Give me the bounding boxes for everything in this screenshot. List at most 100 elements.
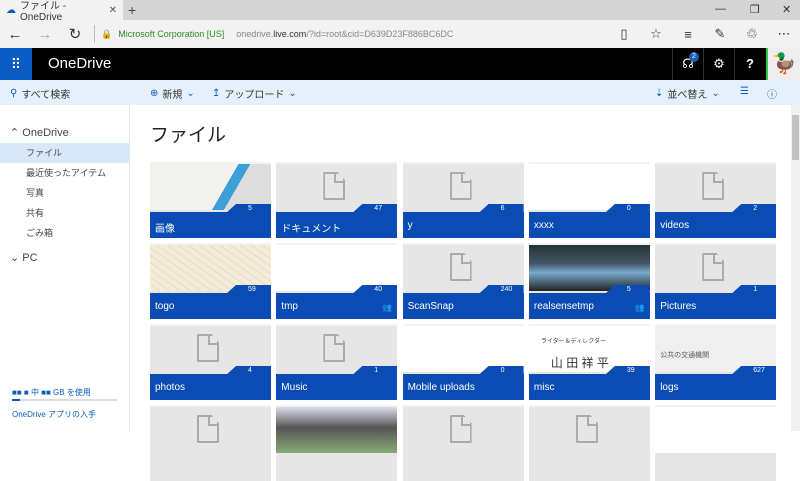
favorite-star-icon[interactable]: ☆: [640, 26, 672, 42]
chevron-down-icon: ⌄: [288, 88, 297, 99]
folder-name: togo: [155, 301, 175, 312]
folder-name: y: [407, 220, 413, 231]
storage-bar-fill: [12, 399, 20, 401]
folder-thumbnail: [276, 245, 398, 291]
notifications-button[interactable]: ☊ 2: [672, 48, 703, 80]
info-icon[interactable]: ⓘ: [767, 86, 777, 101]
url-field[interactable]: onedrive.live.com/?id=root&cid=D639D23F8…: [236, 29, 453, 39]
upload-button[interactable]: ↥ アップロード ⌄: [212, 86, 297, 101]
back-button[interactable]: ←: [0, 26, 30, 43]
share-icon[interactable]: ♲: [736, 26, 768, 42]
sidebar-pc[interactable]: ⌄ PC: [10, 251, 38, 264]
shared-people-icon: 👥: [634, 303, 645, 312]
app-launcher-icon[interactable]: ⠿: [0, 48, 32, 80]
new-label: 新規: [162, 90, 183, 101]
minimize-button[interactable]: —: [715, 3, 726, 15]
folder-tile[interactable]: [402, 405, 524, 481]
folder-tile[interactable]: 59 togo: [150, 243, 271, 319]
browser-tab[interactable]: ☁ ファイル - OneDrive ✕: [0, 0, 123, 23]
folder-name: ScanSnap: [407, 301, 454, 312]
scrollbar-thumb[interactable]: [792, 115, 799, 160]
folder-name-band: misc: [528, 374, 650, 400]
web-note-icon[interactable]: ✎: [704, 26, 736, 42]
folder-name-band: ドキュメント: [276, 212, 398, 238]
folder-tile[interactable]: [276, 405, 398, 481]
folder-tile[interactable]: 0 xxxx: [528, 162, 650, 238]
folder-tile[interactable]: 240 ScanSnap: [402, 243, 524, 319]
folder-tile[interactable]: 2 videos: [655, 162, 777, 238]
search-button[interactable]: ⚲ すべて検索: [10, 86, 70, 101]
file-icon: [197, 334, 219, 362]
url-pre: onedrive.: [236, 29, 274, 39]
folder-name: 画像: [155, 224, 175, 235]
restore-button[interactable]: ❐: [750, 3, 760, 16]
new-button[interactable]: ⊕ 新規 ⌄: [150, 86, 195, 101]
help-icon[interactable]: ?: [734, 48, 765, 80]
sidebar-item-files[interactable]: ファイル: [0, 143, 129, 163]
upload-label: アップロード: [224, 90, 285, 101]
folder-thumbnail: [276, 407, 398, 453]
folder-name: videos: [660, 220, 690, 231]
folder-tile[interactable]: 1 Music: [276, 324, 398, 400]
file-icon: [197, 415, 219, 443]
sort-button[interactable]: ⇣ 並べ替え ⌄: [655, 86, 720, 101]
more-icon[interactable]: ⋯: [768, 26, 800, 42]
list-view-icon[interactable]: ☰: [740, 86, 749, 97]
file-icon: [323, 172, 346, 200]
folder-tile[interactable]: [655, 405, 777, 481]
sidebar-item-shared[interactable]: 共有: [0, 203, 129, 223]
folder-tile[interactable]: 1 Pictures: [655, 243, 777, 319]
folder-name-band: togo: [150, 293, 271, 319]
folder-name-band: photos: [150, 374, 271, 400]
folder-tile[interactable]: 5 画像: [150, 162, 271, 238]
folder-tile[interactable]: [150, 405, 271, 481]
file-icon: [575, 415, 598, 443]
folder-thumbnail: [402, 326, 524, 372]
avatar[interactable]: 🦆: [766, 48, 800, 80]
folder-name: Pictures: [660, 301, 697, 312]
sidebar-item-recycle-bin[interactable]: ごみ箱: [0, 223, 129, 243]
storage-quota[interactable]: ■■ ■ 中 ■■ GB を使用: [12, 387, 91, 398]
folder-tile[interactable]: 47 ドキュメント: [276, 162, 398, 238]
folder-tile[interactable]: ライター＆ディレクター山 田 祥 平 39 misc: [528, 324, 650, 400]
folder-name-band: xxxx: [528, 212, 650, 238]
settings-gear-icon[interactable]: ⚙: [703, 48, 734, 80]
hub-icon[interactable]: ≡: [672, 27, 704, 42]
folder-name-band: Pictures: [655, 293, 777, 319]
chevron-down-icon: ⌄: [186, 88, 195, 99]
url-post: /?id=root&cid=D639D23F886BC6DC: [306, 29, 454, 39]
onedrive-cloud-icon: ☁: [6, 4, 16, 16]
folder-tile[interactable]: 6y: [402, 162, 524, 238]
sidebar-item-recent[interactable]: 最近使ったアイテム: [0, 163, 129, 183]
sidebar-onedrive[interactable]: ⌃ OneDrive: [10, 126, 69, 139]
file-icon: [702, 253, 725, 281]
folder-tile[interactable]: 0 Mobile uploads: [402, 324, 524, 400]
refresh-button[interactable]: ↻: [60, 25, 90, 43]
forward-button[interactable]: →: [30, 26, 60, 43]
reading-view-icon[interactable]: ▯: [608, 26, 640, 42]
file-icon: [449, 415, 472, 443]
folder-tile[interactable]: 5 realsensetmp 👥: [528, 243, 650, 319]
file-icon: [702, 172, 725, 200]
notification-badge: 2: [689, 52, 699, 62]
chevron-up-icon: ⌃: [10, 127, 23, 139]
folder-tile[interactable]: [528, 405, 650, 481]
file-icon: [449, 172, 472, 200]
folder-name: Mobile uploads: [407, 382, 475, 393]
chevron-down-icon: ⌄: [711, 88, 720, 99]
close-window-button[interactable]: ✕: [782, 3, 791, 16]
new-tab-button[interactable]: +: [128, 2, 136, 18]
folder-tile[interactable]: 40 tmp 👥: [276, 243, 398, 319]
folder-tile[interactable]: 公共の交通機関 627 logs: [655, 324, 777, 400]
folder-name: logs: [660, 382, 679, 393]
sidebar-pc-label: PC: [22, 252, 38, 264]
upload-icon: ↥: [212, 88, 221, 99]
folder-name-band: y: [402, 212, 524, 238]
close-tab-icon[interactable]: ✕: [109, 5, 117, 16]
folder-thumbnail: [150, 164, 271, 210]
chevron-down-icon: ⌄: [10, 252, 23, 264]
sidebar-item-photos[interactable]: 写真: [0, 183, 129, 203]
get-app-link[interactable]: OneDrive アプリの入手: [12, 409, 96, 420]
app-title[interactable]: OneDrive: [48, 55, 111, 72]
folder-tile[interactable]: 4 photos: [150, 324, 271, 400]
